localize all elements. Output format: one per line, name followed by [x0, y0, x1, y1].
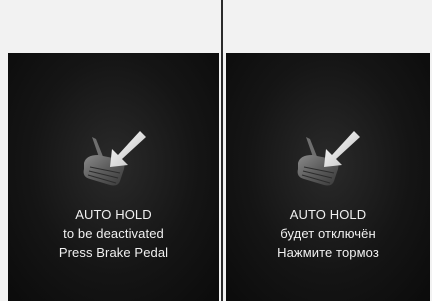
- divider: [221, 0, 223, 301]
- message-text: AUTO HOLD to be deactivated Press Brake …: [8, 205, 219, 262]
- message-line-3: Нажмите тормоз: [277, 245, 379, 260]
- brake-pedal-press-icon: [288, 125, 368, 195]
- brake-pedal-press-icon: [74, 125, 154, 195]
- message-line-2: to be deactivated: [63, 226, 164, 241]
- message-line-2: будет отключён: [280, 226, 376, 241]
- message-line-3: Press Brake Pedal: [58, 245, 169, 260]
- message-line-1: AUTO HOLD: [75, 207, 152, 222]
- display-panel-english: AUTO HOLD to be deactivated Press Brake …: [8, 53, 219, 301]
- page: AUTO HOLD to be deactivated Press Brake …: [0, 0, 432, 301]
- message-text: AUTO HOLD будет отключён Нажмите тормоз: [226, 205, 430, 262]
- display-panel-russian: AUTO HOLD будет отключён Нажмите тормоз: [226, 53, 430, 301]
- message-line-1: AUTO HOLD: [289, 207, 367, 222]
